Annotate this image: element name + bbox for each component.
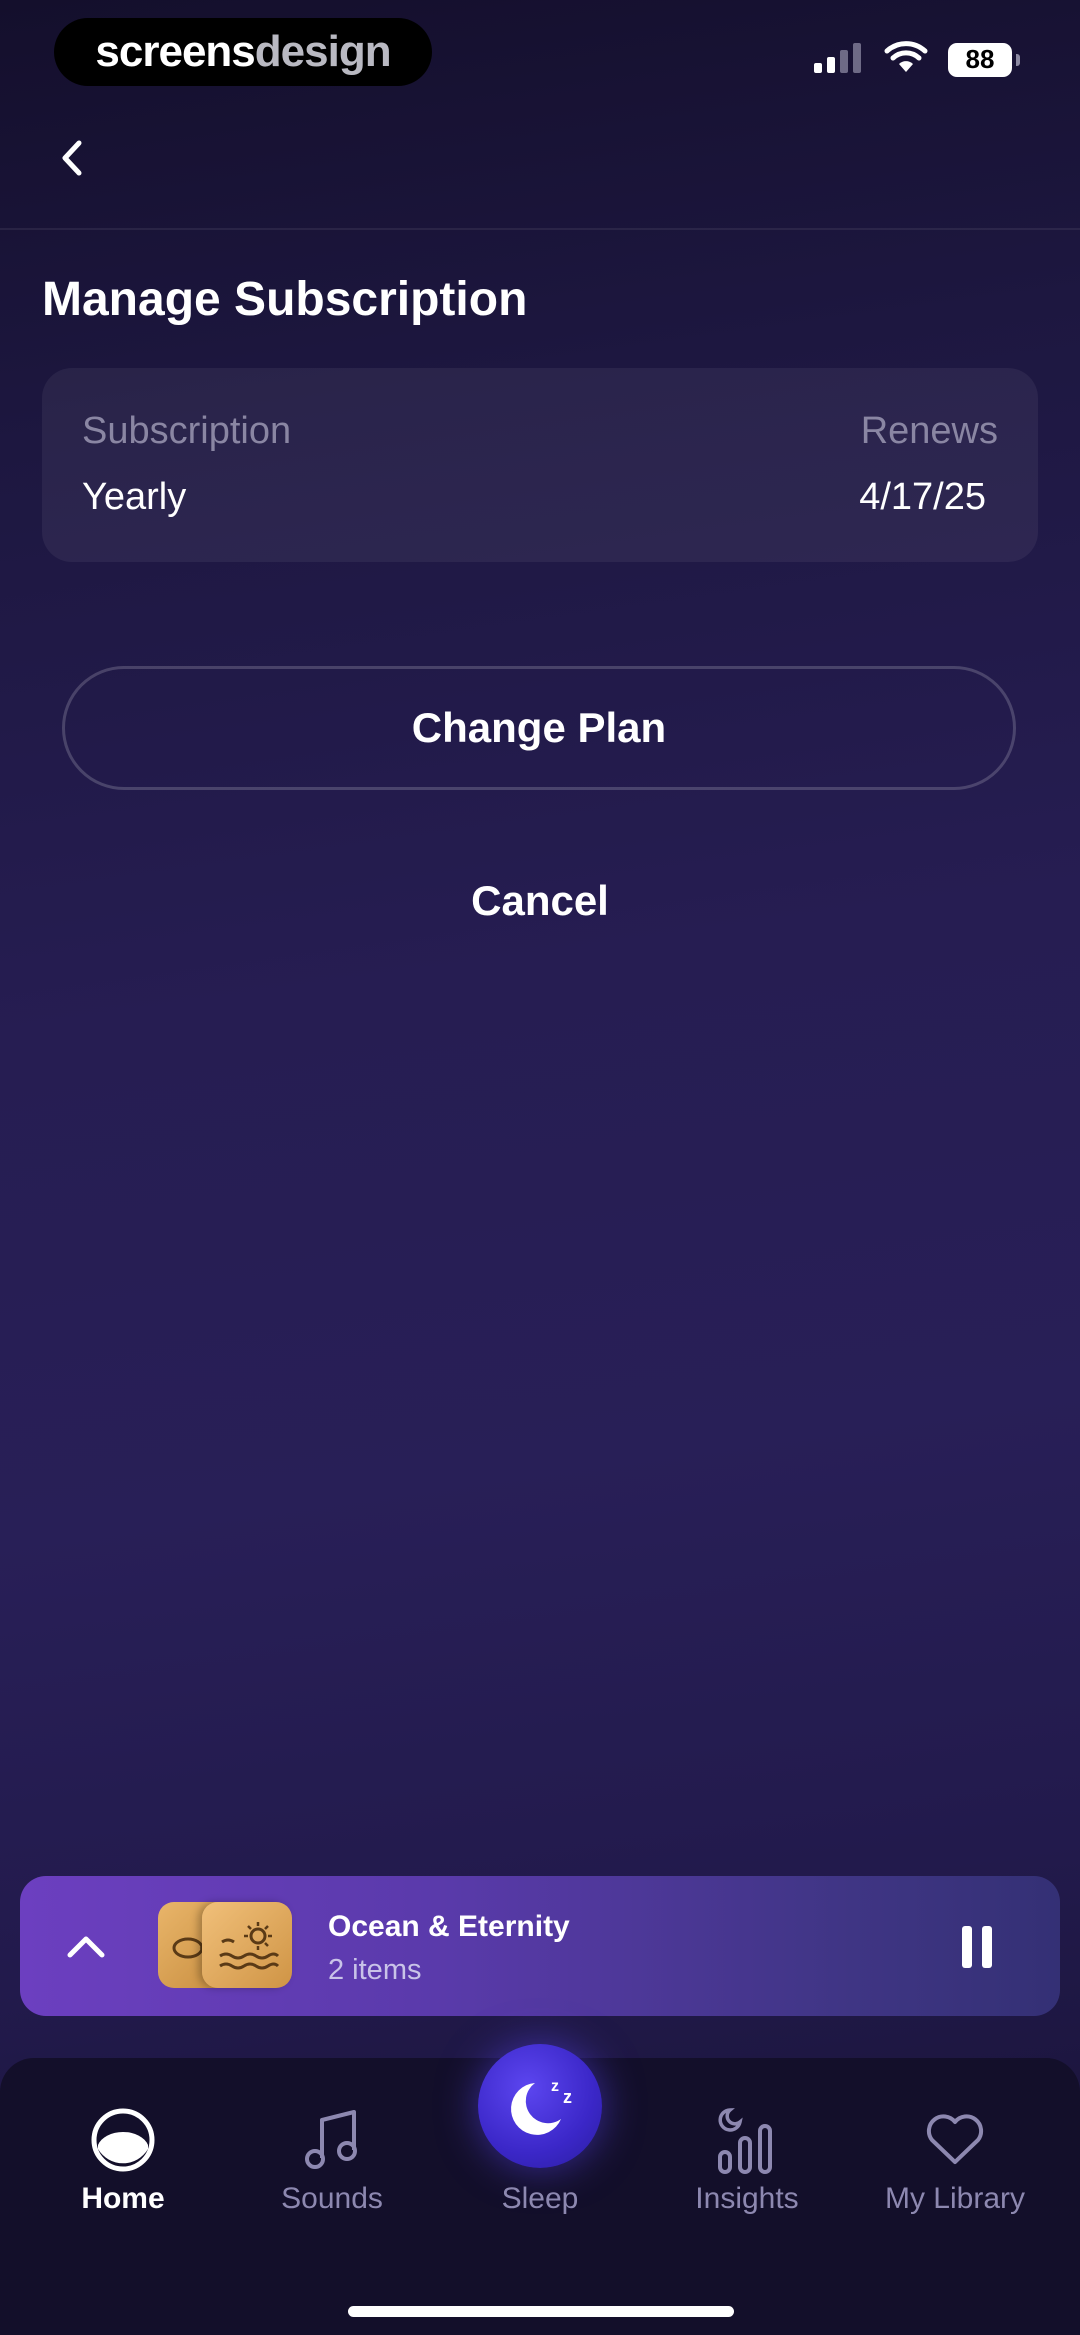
player-track-title: Ocean & Eternity xyxy=(328,1910,570,1943)
status-icons: 88 xyxy=(814,40,1020,79)
home-indicator xyxy=(348,2306,734,2317)
sun-over-waves-icon xyxy=(219,1922,280,1970)
chart-icon xyxy=(718,2108,772,2174)
subscription-card: Subscription Yearly Renews 4/17/25 xyxy=(42,368,1038,562)
pause-button[interactable] xyxy=(962,1926,1002,1968)
wifi-icon xyxy=(884,40,928,79)
renews-label: Renews xyxy=(860,410,998,452)
tab-my-library[interactable]: My Library xyxy=(860,2104,1050,2224)
pause-icon-bar-right xyxy=(982,1926,992,1968)
pause-icon-bar-left xyxy=(962,1926,972,1968)
page-title: Manage Subscription xyxy=(42,273,528,326)
tab-sounds[interactable]: Sounds xyxy=(237,2104,427,2224)
cellular-signal-icon xyxy=(814,41,864,78)
tab-label-my-library: My Library xyxy=(884,2182,1026,2215)
expand-player-button[interactable] xyxy=(56,1916,116,1976)
tab-label-insights: Insights xyxy=(695,2182,799,2215)
chevron-left-icon xyxy=(62,140,82,176)
svg-text:z: z xyxy=(551,2078,559,2095)
track-artwork-ocean xyxy=(202,1902,292,1988)
music-note-icon xyxy=(305,2110,357,2169)
cancel-subscription-button[interactable]: Cancel xyxy=(340,866,740,936)
battery-icon: 88 xyxy=(948,42,1020,77)
renews-date-value: 4/17/25 xyxy=(859,476,986,518)
brand-text-primary: screens xyxy=(95,27,255,76)
tab-sleep[interactable]: Sleep xyxy=(445,2104,635,2224)
home-icon xyxy=(91,2108,155,2172)
change-plan-button[interactable]: Change Plan xyxy=(62,666,1016,790)
chevron-up-icon xyxy=(67,1936,105,1958)
tab-home[interactable]: Home xyxy=(28,2104,218,2224)
tab-insights[interactable]: Insights xyxy=(652,2104,842,2224)
back-button[interactable] xyxy=(44,130,100,186)
mini-player[interactable]: Ocean & Eternity 2 items xyxy=(20,1876,1060,2016)
tab-label-sounds: Sounds xyxy=(281,2182,383,2215)
brand-text-secondary: design xyxy=(254,27,392,76)
heart-icon xyxy=(926,2114,984,2164)
subscription-plan-value: Yearly xyxy=(82,476,187,518)
subscription-label: Subscription xyxy=(82,410,292,452)
tab-label-sleep: Sleep xyxy=(501,2182,579,2215)
header-divider xyxy=(0,228,1080,230)
brand-watermark: screens design xyxy=(54,18,432,86)
player-track-count: 2 items xyxy=(328,1954,422,1986)
tab-label-home: Home xyxy=(81,2182,165,2215)
